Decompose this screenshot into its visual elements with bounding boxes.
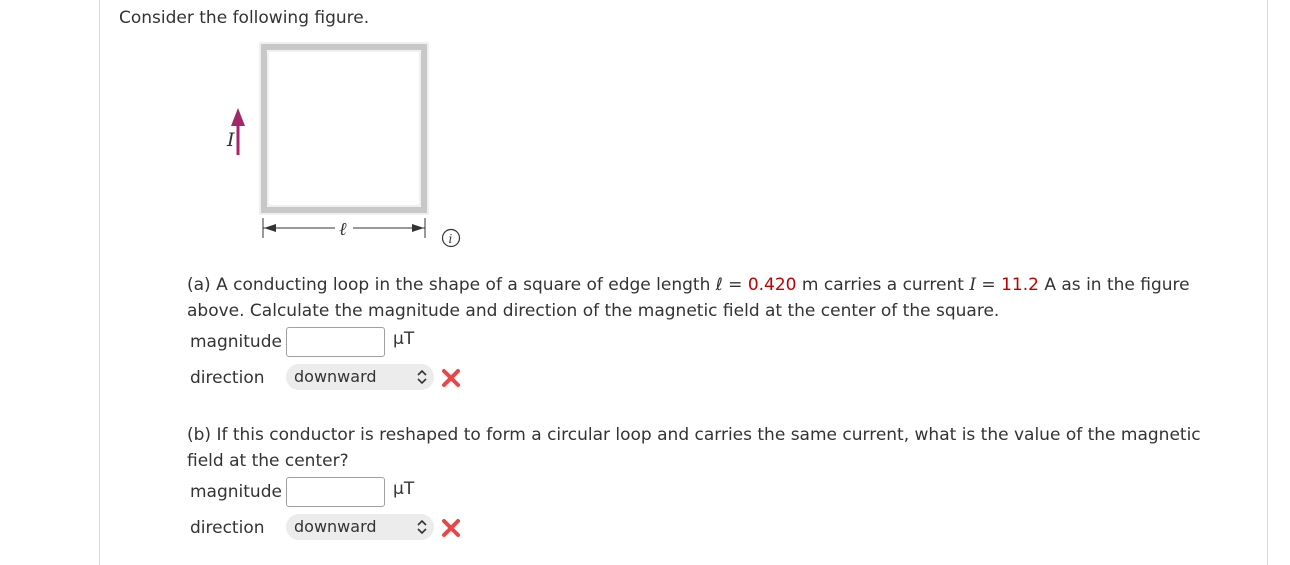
part-b-direction-select[interactable]: downward: [286, 514, 434, 540]
select-arrows-icon: [417, 519, 427, 535]
info-icon[interactable]: i: [441, 228, 461, 248]
direction-label: direction: [190, 518, 265, 538]
part-a-direction-select[interactable]: downward: [286, 364, 434, 390]
direction-value: downward: [294, 517, 377, 536]
direction-label: direction: [190, 368, 265, 388]
unit-label: μT: [393, 329, 415, 349]
square-loop-figure: I ℓ: [225, 40, 440, 244]
edge-length-value: 0.420: [747, 275, 797, 295]
length-label: ℓ: [339, 219, 347, 240]
direction-value: downward: [294, 367, 377, 386]
part-a-question: (a) A conducting loop in the shape of a …: [187, 275, 1190, 321]
magnitude-label: magnitude: [190, 332, 282, 352]
magnitude-label: magnitude: [190, 482, 282, 502]
incorrect-x-icon: [442, 369, 460, 387]
part-a-magnitude-input[interactable]: [286, 327, 385, 357]
select-arrows-icon: [417, 369, 427, 385]
part-b-question: (b) If this conductor is reshaped to for…: [187, 425, 1201, 471]
unit-label: μT: [393, 479, 415, 499]
square-loop: [261, 44, 427, 213]
part-b-magnitude-input[interactable]: [286, 477, 385, 507]
current-value: 11.2: [1001, 275, 1039, 295]
incorrect-x-icon: [442, 519, 460, 537]
current-label: I: [226, 129, 235, 151]
svg-text:i: i: [449, 232, 453, 246]
intro-text: Consider the following figure.: [119, 8, 370, 28]
